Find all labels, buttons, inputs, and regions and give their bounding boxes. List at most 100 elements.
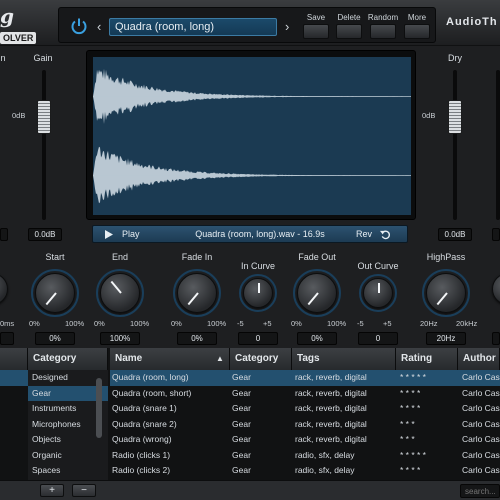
brand-logo: AudioTh bbox=[446, 16, 498, 28]
preset-panel: ‹ Quadra (room, long) › Save Delete Rand… bbox=[58, 7, 436, 43]
cell-category: Gear bbox=[232, 434, 251, 444]
knob-value[interactable]: 0% bbox=[297, 332, 337, 345]
play-button[interactable]: Play bbox=[122, 226, 140, 242]
rating-column-header[interactable]: Rating bbox=[396, 348, 458, 370]
knob-dial[interactable] bbox=[96, 269, 144, 317]
category-column-header[interactable]: Category bbox=[230, 348, 292, 370]
dry-value[interactable]: 0.0dB bbox=[438, 228, 472, 241]
knob-min-label: 0% bbox=[94, 319, 105, 328]
knob-dial[interactable] bbox=[293, 269, 341, 317]
gain-label: Gain bbox=[33, 53, 53, 63]
dry-label: Dry bbox=[448, 53, 462, 63]
partial-left-selection bbox=[0, 370, 28, 386]
knob-max-label: 100% bbox=[65, 319, 85, 328]
cell-author: Carlo Cas bbox=[462, 403, 500, 413]
waveform-display[interactable] bbox=[86, 50, 416, 220]
name-column-header[interactable]: Name ▲ bbox=[110, 348, 230, 370]
cell-rating: * * * * bbox=[400, 387, 421, 398]
save-button[interactable] bbox=[303, 24, 329, 39]
knob-dial[interactable] bbox=[31, 269, 79, 317]
transport-bar: Play Quadra (room, long).wav - 16.9s Rev bbox=[92, 225, 408, 243]
dry-fader-track[interactable] bbox=[453, 70, 457, 220]
gain-fader-track[interactable] bbox=[42, 70, 46, 220]
partial-left-knob bbox=[0, 273, 8, 305]
partial-column-header bbox=[0, 348, 28, 370]
table-row[interactable]: Quadra (room, long) Gear rack, reverb, dig… bbox=[110, 370, 500, 386]
waveform-background bbox=[93, 57, 411, 215]
knob-min-label: 20Hz bbox=[420, 319, 438, 328]
knob-dial[interactable] bbox=[239, 274, 277, 312]
knob-max-label: 100% bbox=[327, 319, 347, 328]
cell-rating: * * * * * bbox=[400, 372, 426, 382]
category-item[interactable]: Spaces bbox=[28, 463, 108, 479]
power-icon[interactable] bbox=[69, 16, 89, 36]
more-button[interactable] bbox=[404, 24, 430, 39]
play-icon[interactable] bbox=[105, 230, 113, 239]
add-button[interactable]: + bbox=[40, 484, 64, 497]
more-label: More bbox=[407, 13, 427, 22]
category-item[interactable]: Organic bbox=[28, 448, 108, 464]
partial-left-box bbox=[0, 228, 8, 241]
partial-left-time: 0ms bbox=[0, 319, 15, 328]
reverse-icon[interactable] bbox=[380, 229, 391, 240]
cell-author: Carlo Cas bbox=[462, 465, 500, 475]
previous-preset-button[interactable]: ‹ bbox=[97, 20, 101, 33]
cell-tags: rack, reverb, digital bbox=[295, 403, 367, 413]
next-preset-button[interactable]: › bbox=[285, 20, 289, 33]
partial-left-label: n bbox=[0, 53, 6, 63]
table-row[interactable]: Quadra (wrong) Gear rack, reverb, digital *… bbox=[110, 432, 500, 448]
dry-db-mark: 0dB bbox=[422, 111, 436, 120]
cell-author: Carlo Cas bbox=[462, 434, 500, 444]
search-input[interactable] bbox=[460, 484, 500, 498]
dry-fader-handle[interactable] bbox=[448, 100, 462, 134]
random-button[interactable] bbox=[370, 24, 396, 39]
partial-right-box bbox=[492, 228, 500, 241]
knob-title: In Curve bbox=[240, 261, 275, 271]
knob-value[interactable]: 100% bbox=[100, 332, 140, 345]
cell-name: Quadra (snare 2) bbox=[112, 418, 177, 429]
knob-indicator bbox=[378, 283, 380, 293]
cell-tags: rack, reverb, digital bbox=[295, 372, 367, 382]
cell-name: Radio (clicks 2) bbox=[112, 465, 171, 475]
reverse-button[interactable]: Rev bbox=[356, 226, 372, 242]
gain-db-mark: 0dB bbox=[12, 111, 26, 120]
knob-value[interactable]: 20Hz bbox=[426, 332, 466, 345]
gain-fader-handle[interactable] bbox=[37, 100, 51, 134]
tags-column-header[interactable]: Tags bbox=[292, 348, 396, 370]
knob-dial[interactable] bbox=[173, 269, 221, 317]
knob-title: End bbox=[111, 252, 128, 262]
cell-tags: rack, reverb, digital bbox=[295, 387, 367, 398]
knob-dial[interactable] bbox=[359, 274, 397, 312]
partial-right-value bbox=[492, 332, 500, 345]
knob-value[interactable]: 0 bbox=[358, 332, 398, 345]
cell-tags: rack, reverb, digital bbox=[295, 418, 367, 429]
cell-category: Gear bbox=[232, 465, 251, 475]
knob-title: Out Curve bbox=[357, 261, 399, 271]
cell-author: Carlo Cas bbox=[462, 418, 500, 429]
table-row[interactable]: Radio (clicks 1) Gear radio, sfx, delay * *… bbox=[110, 448, 500, 464]
partial-right-fader bbox=[496, 70, 500, 220]
category-list-header: Category bbox=[28, 348, 108, 370]
cell-rating: * * * bbox=[400, 418, 415, 429]
bottom-bar: + − bbox=[0, 480, 500, 500]
knob-max-label: +5 bbox=[263, 319, 272, 328]
table-row[interactable]: Quadra (room, short) Gear rack, reverb, di… bbox=[110, 386, 500, 402]
table-row[interactable]: Radio (clicks 2) Gear radio, sfx, delay * *… bbox=[110, 463, 500, 479]
cell-rating: * * * * bbox=[400, 465, 421, 475]
knob-value[interactable]: 0% bbox=[177, 332, 217, 345]
gain-value[interactable]: 0.0dB bbox=[28, 228, 62, 241]
knob-max-label: 100% bbox=[207, 319, 227, 328]
delete-button[interactable] bbox=[336, 24, 362, 39]
table-row[interactable]: Quadra (snare 1) Gear rack, reverb, digita… bbox=[110, 401, 500, 417]
knob-min-label: 0% bbox=[171, 319, 182, 328]
remove-button[interactable]: − bbox=[72, 484, 96, 497]
author-column-header[interactable]: Author bbox=[458, 348, 500, 370]
knob-dial[interactable] bbox=[422, 269, 470, 317]
knob-indicator bbox=[258, 283, 260, 293]
cell-name: Quadra (wrong) bbox=[112, 434, 172, 444]
category-scrollbar[interactable] bbox=[96, 378, 102, 438]
preset-name-display[interactable]: Quadra (room, long) bbox=[109, 18, 277, 36]
knob-value[interactable]: 0% bbox=[35, 332, 75, 345]
table-row[interactable]: Quadra (snare 2) Gear rack, reverb, digita… bbox=[110, 417, 500, 433]
knob-value[interactable]: 0 bbox=[238, 332, 278, 345]
